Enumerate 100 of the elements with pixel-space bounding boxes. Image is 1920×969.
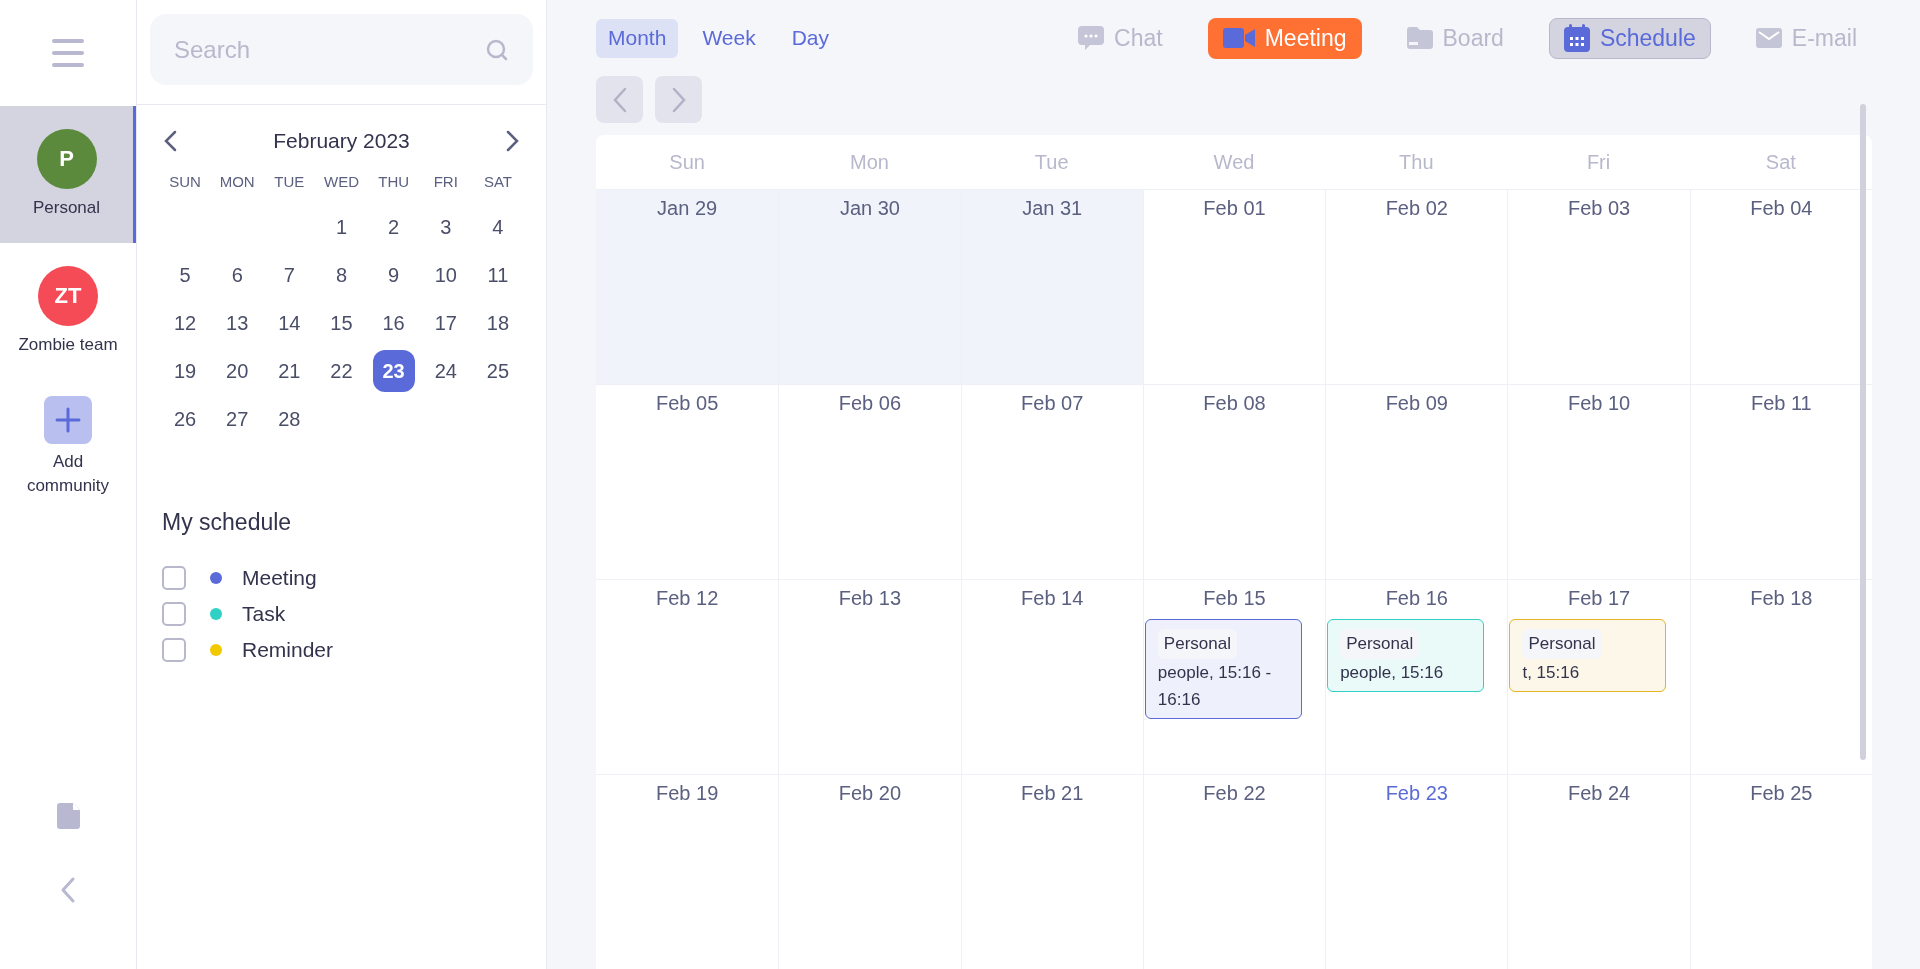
community-label: Zombie team: [18, 333, 118, 356]
date-cell[interactable]: 1: [320, 206, 363, 248]
date-label: Feb 25: [1750, 781, 1813, 806]
weekday-label: SUN: [169, 171, 201, 192]
date-cell[interactable]: 9: [372, 254, 415, 296]
checkbox[interactable]: [162, 601, 186, 626]
weekday-label: TUE: [274, 171, 305, 192]
view-tab[interactable]: Day: [779, 18, 842, 58]
view-tab[interactable]: Month: [596, 18, 679, 58]
checkbox[interactable]: [162, 565, 186, 590]
date-cell[interactable]: 24: [424, 350, 467, 392]
section-title: My schedule: [162, 508, 293, 537]
date-cell[interactable]: 10: [424, 254, 467, 296]
date-label: Feb 13: [838, 586, 902, 611]
envelope-icon: [1755, 28, 1782, 48]
search-icon[interactable]: [485, 37, 509, 62]
date-cell[interactable]: 11: [476, 254, 519, 296]
schedule-label: Meeting: [242, 564, 317, 591]
next-icon: [671, 86, 686, 113]
next-button[interactable]: [655, 76, 702, 123]
date-label: Feb 10: [1567, 391, 1631, 416]
date-cell[interactable]: 6: [216, 254, 259, 296]
weekday-label: Wed: [1213, 150, 1255, 175]
event-card[interactable]: Personal t, 15:16: [1509, 619, 1667, 692]
weekday-label: Fri: [1586, 150, 1611, 175]
event-tag: Personal: [1522, 629, 1602, 659]
community-avatar: P: [36, 128, 97, 189]
date-cell[interactable]: 22: [320, 350, 363, 392]
date-cell[interactable]: 21: [268, 350, 311, 392]
weekday-label: MON: [219, 171, 255, 192]
previous-button[interactable]: [596, 76, 643, 123]
date-cell[interactable]: 3: [424, 206, 467, 248]
date-cell[interactable]: 23: [372, 350, 415, 392]
date-label: Feb 18: [1750, 586, 1813, 611]
community-item[interactable]: ZT Zombie team: [0, 243, 136, 380]
date-label: Feb 12: [656, 586, 719, 611]
weekday-label: Sat: [1765, 150, 1796, 175]
month-title: February 2023: [273, 128, 410, 154]
weekday-label: Tue: [1034, 150, 1069, 175]
scrollbar[interactable]: [1860, 104, 1866, 760]
date-cell[interactable]: 7: [268, 254, 311, 296]
add-community-button[interactable]: [44, 396, 92, 444]
date-cell[interactable]: 15: [320, 302, 363, 344]
date-cell[interactable]: 12: [164, 302, 207, 344]
date-cell[interactable]: 20: [216, 350, 259, 392]
date-cell[interactable]: 18: [476, 302, 519, 344]
date-label: Feb 05: [656, 391, 719, 416]
event-text: people, 15:16: [1340, 662, 1445, 684]
date-label: Feb 07: [1021, 391, 1084, 416]
date-cell[interactable]: 16: [372, 302, 415, 344]
schedule-label: Task: [242, 600, 286, 627]
date-label: Feb 21: [1021, 781, 1084, 806]
date-cell[interactable]: 14: [268, 302, 311, 344]
date-label: Feb 22: [1203, 781, 1266, 806]
event-text: t, 15:16: [1522, 662, 1581, 684]
chat-icon: [1078, 26, 1105, 50]
date-cell[interactable]: 19: [164, 350, 207, 392]
date-label: Feb 09: [1385, 391, 1448, 416]
date-cell[interactable]: 5: [164, 254, 207, 296]
date-label: Feb 15: [1203, 586, 1266, 611]
date-cell[interactable]: 8: [320, 254, 363, 296]
date-label: Jan 29: [657, 196, 718, 221]
event-card[interactable]: Personal people, 15:16: [1327, 619, 1485, 692]
date-label: Feb 19: [656, 781, 719, 806]
weekday-label: SAT: [483, 171, 512, 192]
date-label: Feb 06: [838, 391, 902, 416]
weekday-label: Thu: [1399, 150, 1434, 175]
add-community-label: Add community: [25, 451, 111, 497]
date-label: Feb 24: [1567, 781, 1631, 806]
date-cell[interactable]: 13: [216, 302, 259, 344]
date-label: Jan 30: [839, 196, 900, 221]
date-cell[interactable]: 2: [372, 206, 415, 248]
menu-icon[interactable]: [51, 38, 85, 68]
weekday-label: FRI: [433, 171, 458, 192]
document-icon[interactable]: [56, 803, 80, 829]
weekday-label: Sun: [669, 150, 705, 175]
date-cell[interactable]: 26: [164, 398, 207, 440]
event-card[interactable]: Personal people, 15:16 - 16:16: [1144, 619, 1302, 719]
date-cell[interactable]: 25: [476, 350, 519, 392]
next-month-icon[interactable]: [506, 129, 520, 152]
community-item[interactable]: P Personal: [0, 106, 136, 243]
date-cell[interactable]: 4: [476, 206, 519, 248]
checkbox[interactable]: [162, 637, 186, 662]
search-field[interactable]: Search: [150, 14, 533, 85]
weekday-label: THU: [378, 171, 410, 192]
date-cell[interactable]: 28: [268, 398, 311, 440]
collapse-icon[interactable]: [60, 877, 76, 903]
date-label: Feb 08: [1203, 391, 1266, 416]
previous-month-icon[interactable]: [163, 129, 177, 152]
community-label: Personal: [32, 196, 101, 219]
folder-icon: [1406, 27, 1433, 49]
date-cell[interactable]: 27: [216, 398, 259, 440]
view-tab[interactable]: Week: [690, 18, 768, 58]
date-label: Feb 04: [1750, 196, 1813, 221]
date-cell[interactable]: 17: [424, 302, 467, 344]
date-label: Feb 14: [1021, 586, 1084, 611]
date-label: Feb 16: [1385, 586, 1448, 611]
date-label: Feb 20: [838, 781, 902, 806]
weekday-label: Mon: [849, 150, 889, 175]
search-input[interactable]: Search: [174, 31, 485, 68]
